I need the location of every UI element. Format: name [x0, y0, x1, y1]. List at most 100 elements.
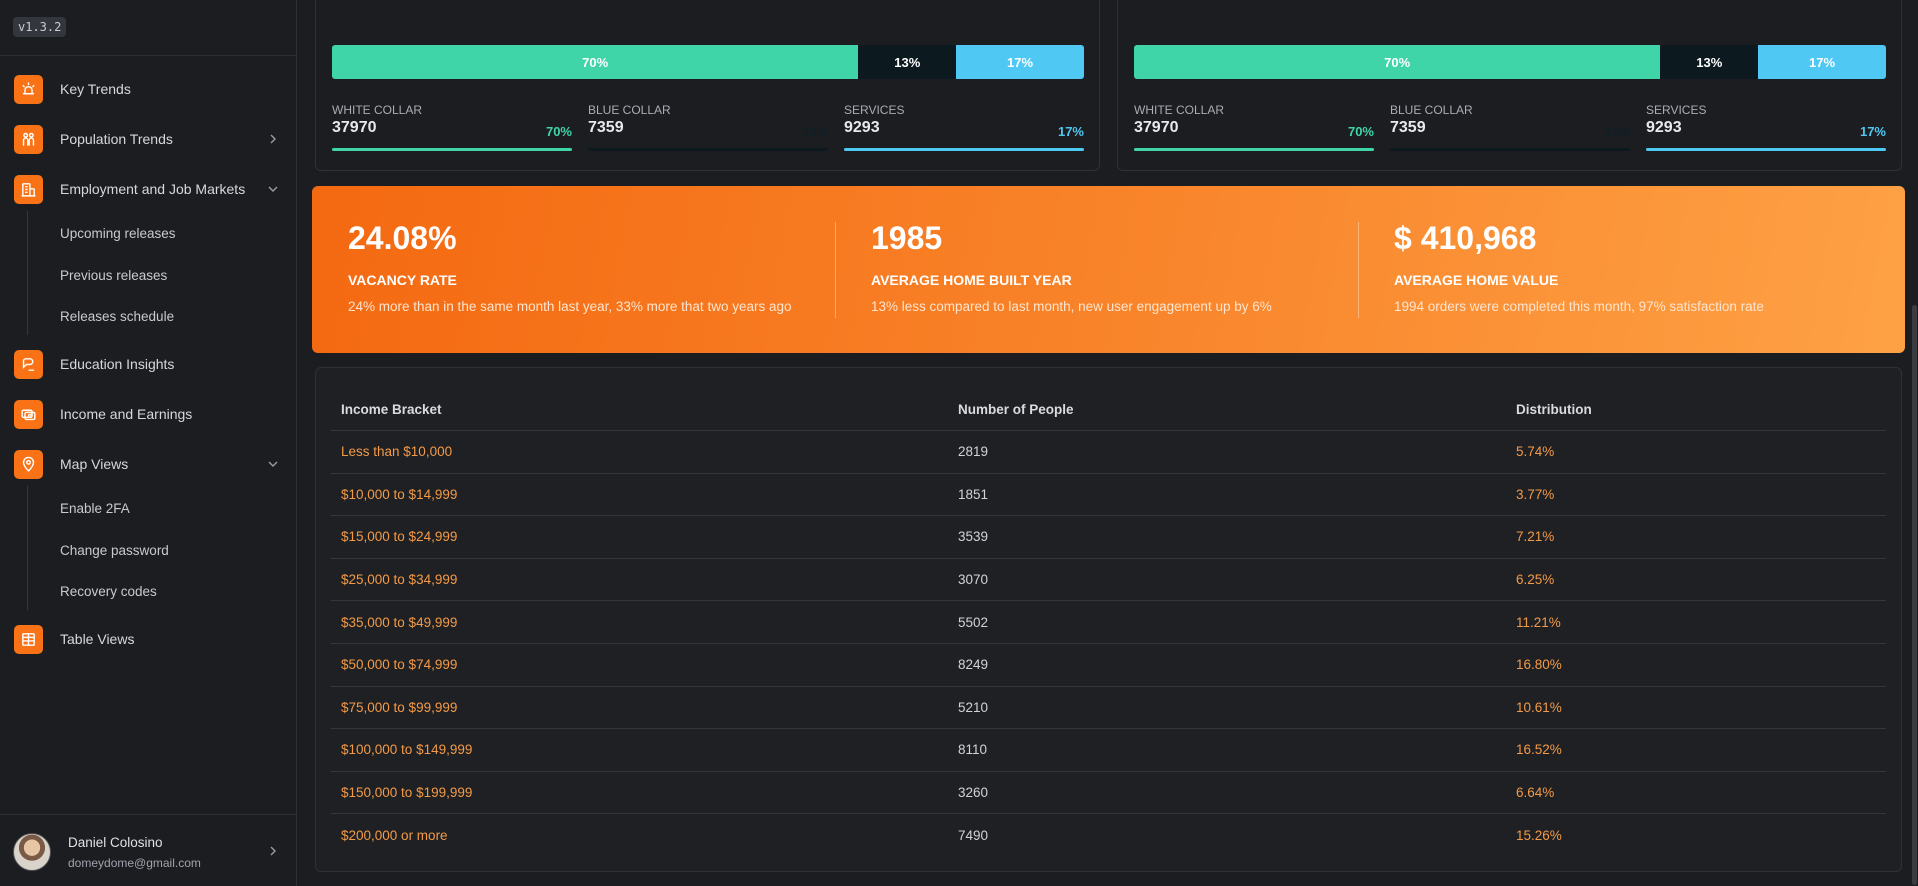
submenu-guide-line: [27, 486, 28, 610]
cell-number-of-people: 8110: [958, 742, 988, 758]
stat-percent: 13%: [1603, 124, 1630, 139]
stat-value: 7359: [1390, 119, 1426, 136]
sidebar-item-map-views[interactable]: Map Views: [0, 444, 297, 484]
sidebar-item-label: Key Trends: [60, 81, 131, 97]
stat-label: BLUE COLLAR: [1390, 103, 1473, 117]
version-badge: v1.3.2: [13, 17, 67, 37]
stat-white-collar: WHITE COLLAR 37970 70%: [1134, 103, 1374, 153]
user-profile[interactable]: Daniel Colosino domeydome@gmail.com: [0, 814, 297, 886]
sidebar-divider: [0, 55, 297, 56]
submenu-item-releases-schedule[interactable]: Releases schedule: [60, 307, 174, 327]
bar-segment-white-collar: 70%: [1134, 45, 1661, 79]
chat-bubble-icon: [14, 349, 43, 379]
stat-blue-collar: BLUE COLLAR 7359 13%: [1390, 103, 1630, 153]
table-row: $15,000 to $24,999 3539 7.21%: [331, 516, 1886, 559]
scrollbar-thumb[interactable]: [1912, 305, 1917, 885]
avatar: [13, 833, 51, 871]
metric-value: 24.08%: [348, 220, 457, 256]
cell-income-bracket: $25,000 to $34,999: [341, 572, 458, 588]
metric-description: 24% more than in the same month last yea…: [348, 299, 792, 314]
stat-underline: [588, 148, 828, 151]
bar-segment-blue-collar: 13%: [858, 45, 957, 79]
metric-divider: [835, 222, 836, 318]
table-header-row: Income Bracket Number of People Distribu…: [331, 388, 1886, 431]
table-row: $75,000 to $99,999 5210 10.61%: [331, 687, 1886, 730]
workforce-stacked-bar: 70% 13% 17%: [332, 45, 1084, 79]
table-row: $50,000 to $74,999 8249 16.80%: [331, 644, 1886, 687]
cell-number-of-people: 5502: [958, 614, 989, 630]
cell-number-of-people: 3070: [958, 572, 989, 588]
cell-number-of-people: 3539: [958, 529, 989, 545]
page-scrollbar[interactable]: [1910, 0, 1918, 886]
cell-income-bracket: $150,000 to $199,999: [341, 785, 473, 801]
submenu-item-recovery-codes[interactable]: Recovery codes: [60, 582, 157, 602]
alarm-icon: [14, 74, 43, 104]
stat-label: WHITE COLLAR: [332, 103, 423, 117]
metric-home-built-year: 1985 AVERAGE HOME BUILT YEAR 13% less co…: [835, 186, 1358, 353]
stat-label: BLUE COLLAR: [588, 103, 671, 117]
metric-value: $ 410,968: [1394, 220, 1537, 256]
cell-income-bracket: $10,000 to $14,999: [341, 486, 458, 502]
sidebar-item-table-views[interactable]: Table Views: [0, 619, 297, 659]
map-pin-icon: [14, 449, 43, 479]
sidebar-item-population-trends[interactable]: Population Trends: [0, 119, 297, 159]
chevron-right-icon: [270, 134, 276, 144]
metric-value: 1985: [871, 220, 943, 256]
cell-distribution: 6.25%: [1516, 572, 1555, 588]
column-header-distribution[interactable]: Distribution: [1516, 388, 1592, 430]
sidebar-item-employment[interactable]: Employment and Job Markets: [0, 169, 297, 209]
user-email: domeydome@gmail.com: [68, 856, 201, 870]
cell-income-bracket: $35,000 to $49,999: [341, 614, 458, 630]
sidebar-item-income-earnings[interactable]: Income and Earnings: [0, 394, 297, 434]
cell-distribution: 16.52%: [1516, 742, 1562, 758]
stat-percent: 70%: [545, 124, 572, 139]
column-header-income-bracket[interactable]: Income Bracket: [341, 388, 442, 430]
metric-label: AVERAGE HOME BUILT YEAR: [871, 272, 1072, 288]
cell-number-of-people: 5210: [958, 699, 989, 715]
workforce-stats: WHITE COLLAR 37970 70% BLUE COLLAR 7359 …: [1134, 103, 1886, 153]
submenu-guide-line: [27, 211, 28, 335]
income-table-card: Income Bracket Number of People Distribu…: [315, 367, 1902, 872]
sidebar-item-label: Education Insights: [60, 356, 175, 372]
stat-underline: [1134, 148, 1374, 151]
stat-percent: 17%: [1057, 124, 1084, 139]
sidebar-item-label: Income and Earnings: [60, 406, 193, 422]
stat-services: SERVICES 9293 17%: [1646, 103, 1886, 153]
stat-white-collar: WHITE COLLAR 37970 70%: [332, 103, 572, 153]
cell-number-of-people: 8249: [958, 657, 989, 673]
stat-value: 37970: [332, 119, 377, 136]
stat-value: 7359: [588, 119, 624, 136]
stat-percent: 17%: [1859, 124, 1886, 139]
stat-value: 9293: [844, 119, 880, 136]
metric-label: AVERAGE HOME VALUE: [1394, 272, 1559, 288]
column-header-number-of-people[interactable]: Number of People: [958, 388, 1074, 430]
cell-distribution: 6.64%: [1516, 785, 1555, 801]
submenu-item-previous-releases[interactable]: Previous releases: [60, 266, 167, 286]
metric-description: 1994 orders were completed this month, 9…: [1394, 299, 1764, 314]
chevron-down-icon: [268, 186, 278, 192]
workforce-card: 70% 13% 17% WHITE COLLAR 37970 70% BLUE …: [315, 0, 1100, 171]
stat-label: WHITE COLLAR: [1134, 103, 1225, 117]
housing-metrics-banner: 24.08% VACANCY RATE 24% more than in the…: [312, 186, 1905, 353]
bar-segment-services: 17%: [956, 45, 1084, 79]
sidebar-item-education-insights[interactable]: Education Insights: [0, 344, 297, 384]
people-icon: [14, 124, 43, 154]
table-row: $10,000 to $14,999 1851 3.77%: [331, 474, 1886, 517]
stat-underline: [332, 148, 572, 151]
income-table: Income Bracket Number of People Distribu…: [331, 388, 1886, 857]
stat-blue-collar: BLUE COLLAR 7359 13%: [588, 103, 828, 153]
metric-home-value: $ 410,968 AVERAGE HOME VALUE 1994 orders…: [1358, 186, 1905, 353]
sidebar-item-key-trends[interactable]: Key Trends: [0, 69, 297, 109]
cell-number-of-people: 3260: [958, 785, 989, 801]
stat-label: SERVICES: [844, 103, 905, 117]
workforce-stacked-bar: 70% 13% 17%: [1134, 45, 1886, 79]
cell-distribution: 16.80%: [1516, 657, 1562, 673]
submenu-item-enable-2fa[interactable]: Enable 2FA: [60, 499, 130, 519]
office-building-icon: [14, 174, 43, 204]
cell-distribution: 3.77%: [1516, 486, 1555, 502]
metric-description: 13% less compared to last month, new use…: [871, 299, 1272, 314]
cell-income-bracket: $75,000 to $99,999: [341, 699, 458, 715]
metric-divider: [1358, 222, 1359, 318]
submenu-item-change-password[interactable]: Change password: [60, 541, 169, 561]
submenu-item-upcoming-releases[interactable]: Upcoming releases: [60, 224, 176, 244]
